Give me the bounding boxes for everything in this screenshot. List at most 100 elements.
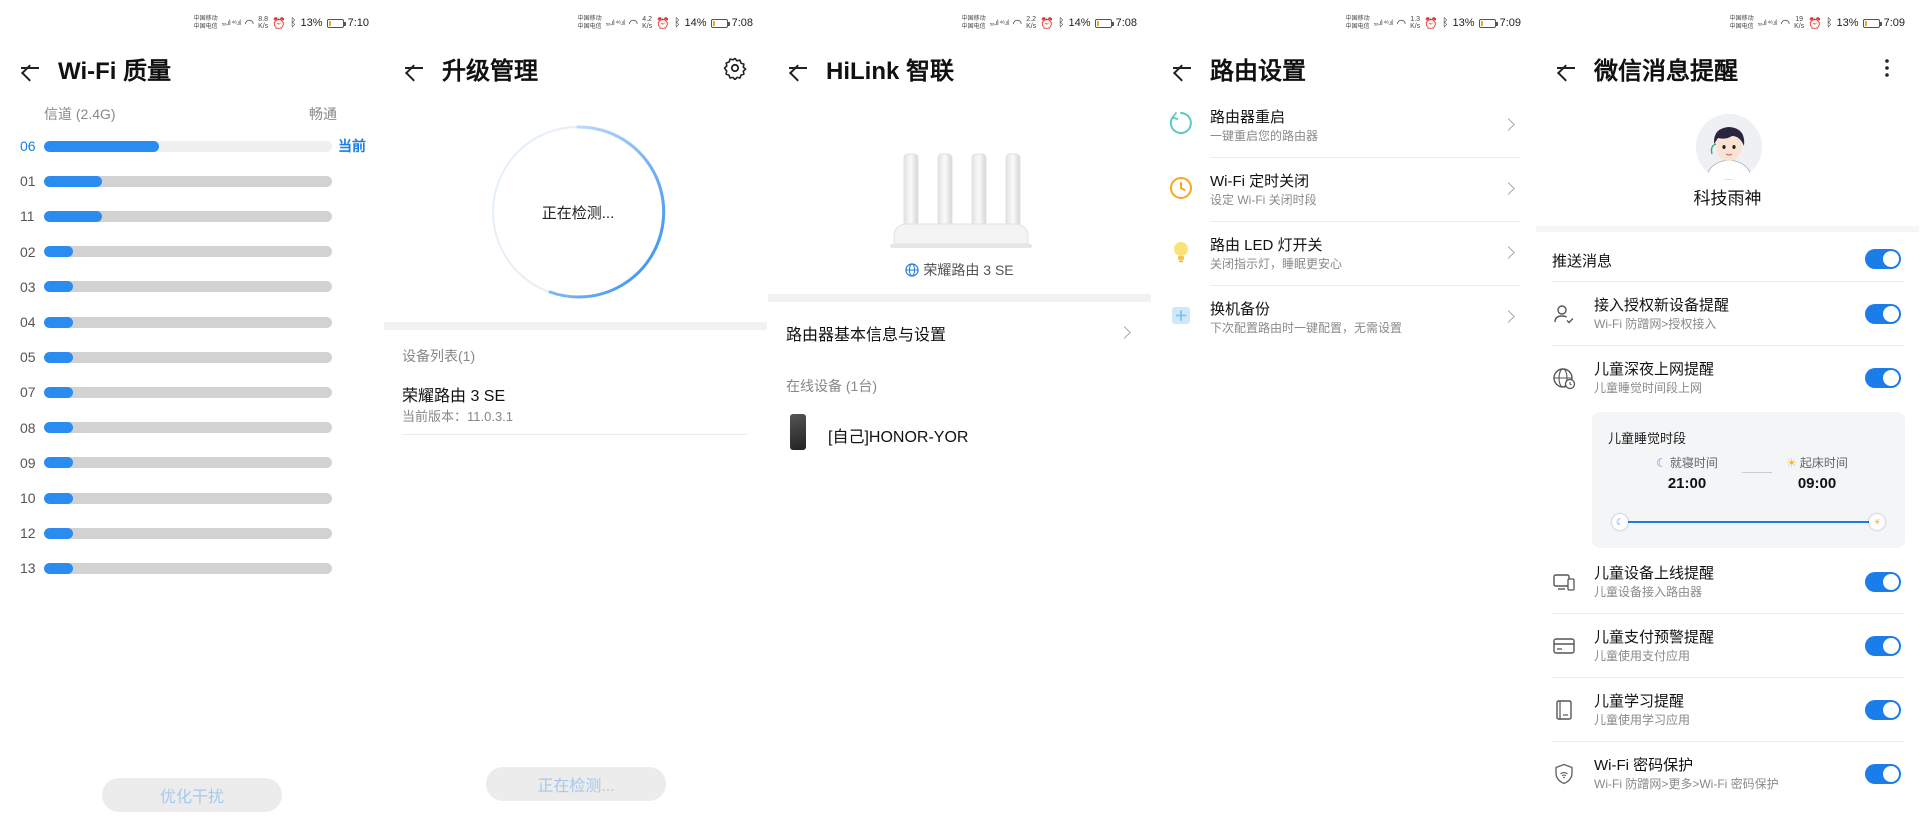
- channel-number: 07: [20, 384, 36, 401]
- book-icon: [1556, 700, 1572, 720]
- row-desc: 儿童睡觉时间段上网: [1594, 381, 1703, 395]
- clock: 7:09: [1883, 17, 1905, 29]
- battery-icon: [1862, 18, 1882, 28]
- back-arrow-icon[interactable]: [1552, 55, 1578, 81]
- channel-number: 03: [20, 278, 36, 295]
- sleep-period-card: 儿童睡觉时段 ☾ 就寝时间 21:00 ☀ 起床时间 09:00 ☾ ☀: [1592, 412, 1905, 548]
- section-divider: [1536, 226, 1919, 232]
- bed-time-label: 就寝时间: [1669, 456, 1718, 470]
- channel-row: 09: [0, 453, 383, 473]
- router-restart-row[interactable]: 路由器重启 一键重启您的路由器: [1152, 94, 1535, 158]
- optimize-interference-button[interactable]: 优化干扰: [102, 778, 282, 812]
- page-title: 微信消息提醒: [1594, 57, 1738, 85]
- bed-time-handle[interactable]: ☾: [1612, 514, 1628, 530]
- push-messages-toggle[interactable]: [1865, 249, 1901, 269]
- net-speed: 19: [1795, 16, 1804, 23]
- wechat-notify-screen: 中国移动 中国电信 ₅₆.ıl ⁴⁶.ıl ◠ 19 K/s ⏰ ᛒ 13% 7:0…: [1536, 0, 1919, 830]
- wifi-icon: ◠: [1396, 17, 1407, 30]
- back-arrow-icon[interactable]: [1168, 55, 1194, 81]
- phone-icon: [790, 414, 806, 450]
- clock: 7:10: [347, 17, 369, 29]
- row-title: 儿童设备上线提醒: [1594, 565, 1715, 582]
- more-vertical-icon[interactable]: [1875, 56, 1899, 80]
- online-devices-label: 在线设备 (1台): [786, 378, 877, 394]
- alarm-icon: ⏰: [1808, 17, 1822, 30]
- channel-band-label: 信道 (2.4G): [44, 106, 116, 122]
- channel-row: 03: [0, 277, 383, 297]
- new-device-auth-toggle[interactable]: [1865, 304, 1901, 324]
- channel-row: 11: [0, 206, 383, 226]
- shield-icon: [1555, 763, 1573, 785]
- row-title: 路由器重启: [1210, 109, 1286, 126]
- child-late-night-toggle[interactable]: [1865, 368, 1901, 388]
- channel-row: 12: [0, 523, 383, 543]
- channel-number: 02: [20, 243, 36, 260]
- back-arrow-icon[interactable]: [400, 55, 426, 81]
- channel-number: 05: [20, 349, 36, 366]
- wifi-icon: ◠: [244, 17, 255, 30]
- channel-usage-fill: [44, 175, 102, 187]
- battery-icon: [1094, 18, 1114, 28]
- channel-usage-bar: [44, 316, 332, 328]
- bluetooth-icon: ᛒ: [1057, 17, 1065, 29]
- net-speed-unit: K/s: [1410, 23, 1421, 30]
- signal-icon: ₅₆.ıl ⁴⁶.ıl: [1757, 19, 1777, 27]
- battery-percent: 13%: [300, 17, 323, 29]
- carrier-1: 中国移动: [577, 16, 602, 22]
- checking-button[interactable]: 正在检测...: [486, 767, 666, 801]
- channel-usage-bar: [44, 527, 332, 539]
- battery-icon: [326, 18, 346, 28]
- router-basic-info-row[interactable]: 路由器基本信息与设置: [768, 318, 1151, 348]
- channel-usage-bar: [44, 351, 332, 363]
- divider: [402, 434, 747, 435]
- back-arrow-icon[interactable]: [784, 55, 810, 81]
- backup-row[interactable]: 换机备份 下次配置路由时一键配置，无需设置: [1152, 286, 1535, 350]
- channel-usage-fill: [44, 562, 73, 574]
- row-desc: 关闭指示灯，睡眠更安心: [1210, 257, 1343, 271]
- bluetooth-icon: ᛒ: [1825, 17, 1833, 29]
- router-image: [890, 153, 1032, 248]
- channel-row: 08: [0, 418, 383, 438]
- back-arrow-icon[interactable]: [16, 55, 42, 81]
- channel-number: 06: [20, 138, 36, 154]
- channel-row: 02: [0, 242, 383, 262]
- wifi-timer-off-row[interactable]: Wi-Fi 定时关闭 设定 Wi-Fi 关闭时段: [1152, 158, 1535, 222]
- status-bar: 中国移动 中国电信 ₅₆.ıl ⁴⁶.ıl ◠ 4.2 K/s ⏰ ᛒ 14% 7:…: [578, 14, 753, 32]
- sleep-period-title: 儿童睡觉时段: [1608, 431, 1687, 446]
- net-speed-unit: K/s: [642, 23, 653, 30]
- child-payment-alert-toggle[interactable]: [1865, 636, 1901, 656]
- wake-time-handle[interactable]: ☀: [1869, 514, 1885, 530]
- signal-icon: ₅₆.ıl ⁴⁶.ıl: [989, 19, 1009, 27]
- router-settings-screen: 中国移动 中国电信 ₅₆.ıl ⁴⁶.ıl ◠ 1.3 K/s ⏰ ᛒ 13% 7:…: [1152, 0, 1535, 830]
- online-device-row[interactable]: [自己]HONOR-YOR: [768, 412, 1151, 452]
- backup-icon: [1172, 307, 1190, 324]
- channel-usage-fill: [44, 246, 73, 258]
- moon-icon: ☾: [1656, 455, 1667, 470]
- alarm-icon: ⏰: [272, 17, 286, 30]
- avatar: [1696, 114, 1762, 180]
- battery-percent: 14%: [684, 17, 707, 29]
- channel-usage-fill: [44, 351, 73, 363]
- child-payment-alert-row: 儿童支付预警提醒 儿童使用支付应用: [1536, 614, 1919, 678]
- battery-percent: 13%: [1836, 17, 1859, 29]
- wifi-password-protect-toggle[interactable]: [1865, 764, 1901, 784]
- chevron-right-icon: [1502, 310, 1515, 323]
- net-speed-unit: K/s: [1794, 23, 1805, 30]
- channel-number: 08: [20, 419, 36, 436]
- channel-usage-bar: [44, 492, 332, 504]
- row-title: 路由 LED 灯开关: [1210, 237, 1323, 254]
- upgrade-management-screen: 中国移动 中国电信 ₅₆.ıl ⁴⁶.ıl ◠ 4.2 K/s ⏰ ᛒ 14% 7:…: [384, 0, 767, 830]
- settings-gear-icon[interactable]: [723, 56, 747, 80]
- child-study-alert-toggle[interactable]: [1865, 700, 1901, 720]
- channel-usage-fill: [44, 210, 102, 222]
- channel-row: 13: [0, 558, 383, 578]
- sleep-range-track[interactable]: [1620, 521, 1877, 523]
- alarm-icon: ⏰: [656, 17, 670, 30]
- net-speed: 4.2: [642, 16, 653, 23]
- led-switch-row[interactable]: 路由 LED 灯开关 关闭指示灯，睡眠更安心: [1152, 222, 1535, 286]
- channel-row: 04: [0, 312, 383, 332]
- channel-usage-bar: [44, 422, 332, 434]
- hilink-screen: 中国移动 中国电信 ₅₆.ıl ⁴⁶.ıl ◠ 2.2 K/s ⏰ ᛒ 14% 7:…: [768, 0, 1151, 830]
- wifi-icon: ◠: [1780, 17, 1791, 30]
- child-device-online-toggle[interactable]: [1865, 572, 1901, 592]
